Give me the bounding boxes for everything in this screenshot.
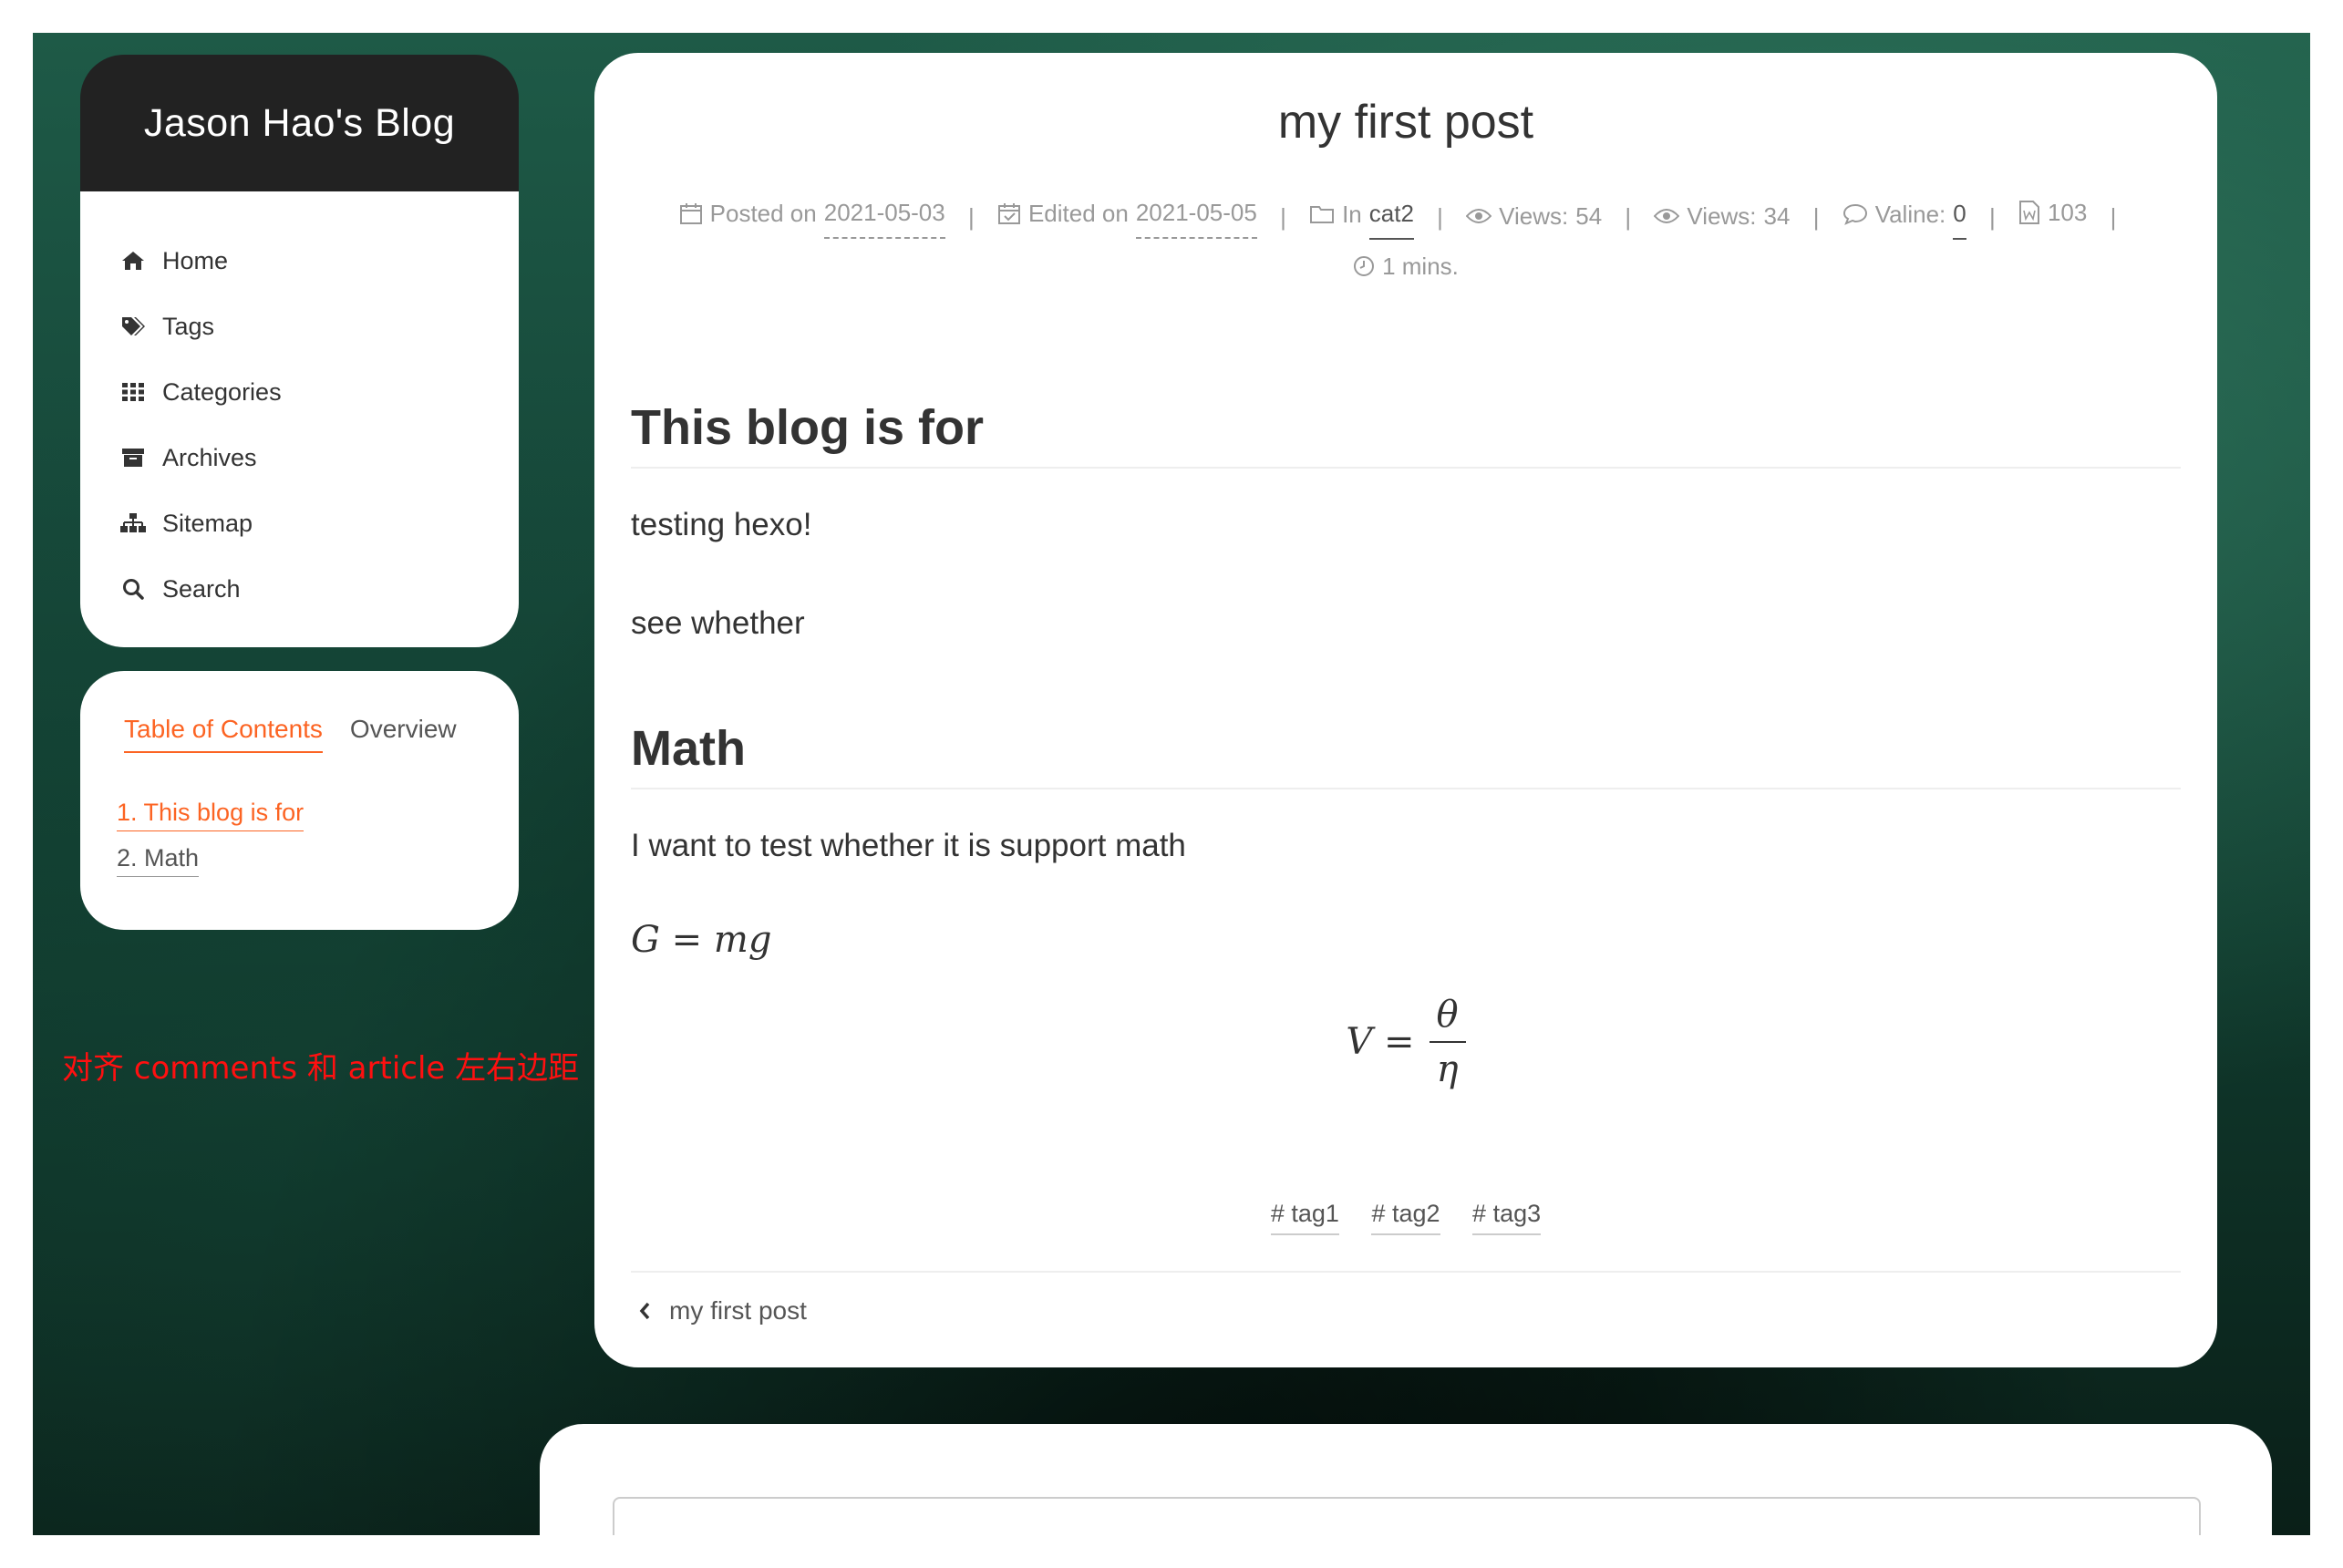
archive-icon (120, 445, 146, 470)
meta-reading-time: 1 mins. (1353, 242, 1459, 291)
comment-icon (1842, 203, 1867, 225)
tab-overview[interactable]: Overview (350, 715, 457, 753)
site-nav: Home Tags Categories Archives Sitemap Se… (80, 191, 519, 647)
paragraph: I want to test whether it is support mat… (631, 828, 1186, 863)
prev-post-link[interactable]: my first post (638, 1296, 807, 1326)
valine-count-link[interactable]: 0 (1953, 189, 1966, 240)
heading-this-blog-is-for: This blog is for (631, 399, 2181, 469)
nav-item-categories[interactable]: Categories (80, 359, 519, 425)
post-article: my first post Posted on 2021-05-03 | Edi… (594, 53, 2217, 1367)
nav-item-sitemap[interactable]: Sitemap (80, 490, 519, 556)
nav-label: Search (162, 574, 241, 603)
display-math-formula: V = θ η (631, 994, 2181, 1090)
meta-valine: Valine: 0 (1842, 189, 1966, 240)
chevron-left-icon (639, 1302, 650, 1320)
edited-date: 2021-05-05 (1135, 188, 1257, 239)
heading-math: Math (631, 720, 2181, 789)
annotation-note: 对齐 comments 和 article 左右边距 (62, 1050, 580, 1087)
comment-input-box[interactable] (613, 1497, 2201, 1535)
calendar-icon (679, 203, 702, 224)
site-brand: Jason Hao's Blog (80, 55, 519, 191)
post-title: my first post (1277, 96, 1534, 149)
post-footer-divider (631, 1271, 2181, 1273)
post-body: This blog is for testing hexo! see wheth… (631, 399, 2181, 1090)
toc-list: 1. This blog is for 2. Math (117, 799, 304, 890)
nav-label: Archives (162, 443, 257, 471)
tag-link-tag1[interactable]: # tag1 (1270, 1200, 1339, 1235)
meta-category: In cat2 (1309, 189, 1414, 240)
paragraph: testing hexo! (631, 507, 812, 542)
sitemap-icon (120, 511, 146, 536)
tab-table-of-contents[interactable]: Table of Contents (124, 715, 323, 753)
nav-item-search[interactable]: Search (80, 556, 519, 622)
meta-word-count: 103 (2018, 188, 2087, 237)
paragraph: see whether (631, 605, 805, 641)
tag-link-tag3[interactable]: # tag3 (1472, 1200, 1542, 1235)
toc-item-math[interactable]: 2. Math (117, 844, 200, 877)
nav-label: Categories (162, 377, 282, 406)
category-link[interactable]: cat2 (1368, 189, 1414, 240)
meta-views-2: Views: 34 (1654, 191, 1790, 241)
comments-section (540, 1424, 2272, 1535)
nav-label: Sitemap (162, 509, 253, 537)
home-icon (120, 248, 146, 273)
toc-item-this-blog-is-for[interactable]: 1. This blog is for (117, 799, 304, 831)
search-icon (120, 576, 146, 602)
th-icon (120, 379, 146, 405)
file-word-icon (2018, 201, 2039, 224)
calendar-check-icon (997, 203, 1020, 224)
nav-item-tags[interactable]: Tags (80, 294, 519, 359)
folder-icon (1310, 206, 1335, 223)
meta-posted: Posted on 2021-05-03 (679, 188, 945, 239)
nav-item-archives[interactable]: Archives (80, 425, 519, 490)
nav-label: Tags (162, 312, 215, 340)
tag-link-tag2[interactable]: # tag2 (1371, 1200, 1440, 1235)
page-background: Jason Hao's Blog Home Tags Categories Ar… (33, 33, 2310, 1535)
site-title[interactable]: Jason Hao's Blog (144, 101, 455, 146)
post-meta: Posted on 2021-05-03 | Edited on 2021-05… (631, 188, 2181, 294)
nav-label: Home (162, 246, 229, 274)
clock-icon (1354, 256, 1375, 276)
tags-icon (120, 314, 146, 339)
eye-icon (1466, 209, 1492, 223)
meta-edited: Edited on 2021-05-05 (997, 188, 1257, 239)
inline-math-formula: G = mg (631, 919, 772, 961)
meta-views-1: Views: 54 (1466, 191, 1602, 241)
sidebar-toc-panel: Table of Contents Overview 1. This blog … (80, 671, 519, 930)
post-tags: # tag1 # tag2 # tag3 (594, 1200, 2217, 1235)
eye-icon (1654, 209, 1680, 223)
posted-date: 2021-05-03 (823, 188, 945, 239)
nav-item-home[interactable]: Home (80, 228, 519, 294)
